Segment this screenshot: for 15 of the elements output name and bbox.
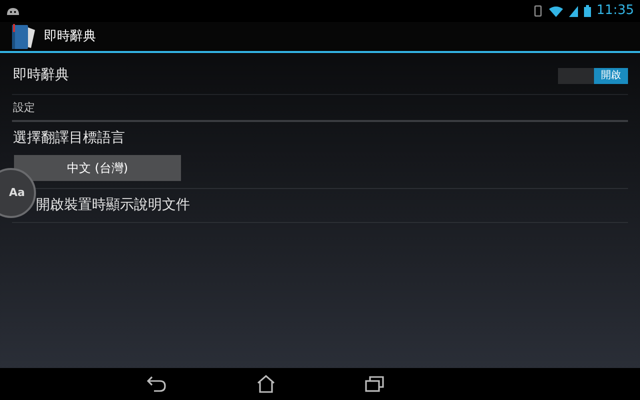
app-title: 即時辭典 xyxy=(44,28,96,46)
recent-apps-icon[interactable] xyxy=(365,376,385,392)
battery-icon xyxy=(584,5,591,17)
back-icon[interactable] xyxy=(147,376,167,392)
wifi-icon xyxy=(548,6,563,16)
dictionary-app-icon xyxy=(10,24,36,50)
home-icon[interactable] xyxy=(256,375,276,393)
setting-label: 即時辭典 xyxy=(12,66,69,85)
setting-label: 選擇翻譯目標語言 xyxy=(12,129,126,148)
section-header: 設定 xyxy=(12,100,35,116)
language-picker-button[interactable]: 中文 (台灣) xyxy=(14,155,181,181)
status-time: 11:35 xyxy=(596,2,634,20)
signal-icon xyxy=(568,6,578,16)
toggle-switch[interactable]: 開啟 xyxy=(558,68,628,84)
setting-label: 開啟裝置時顯示說明文件 xyxy=(36,196,190,215)
